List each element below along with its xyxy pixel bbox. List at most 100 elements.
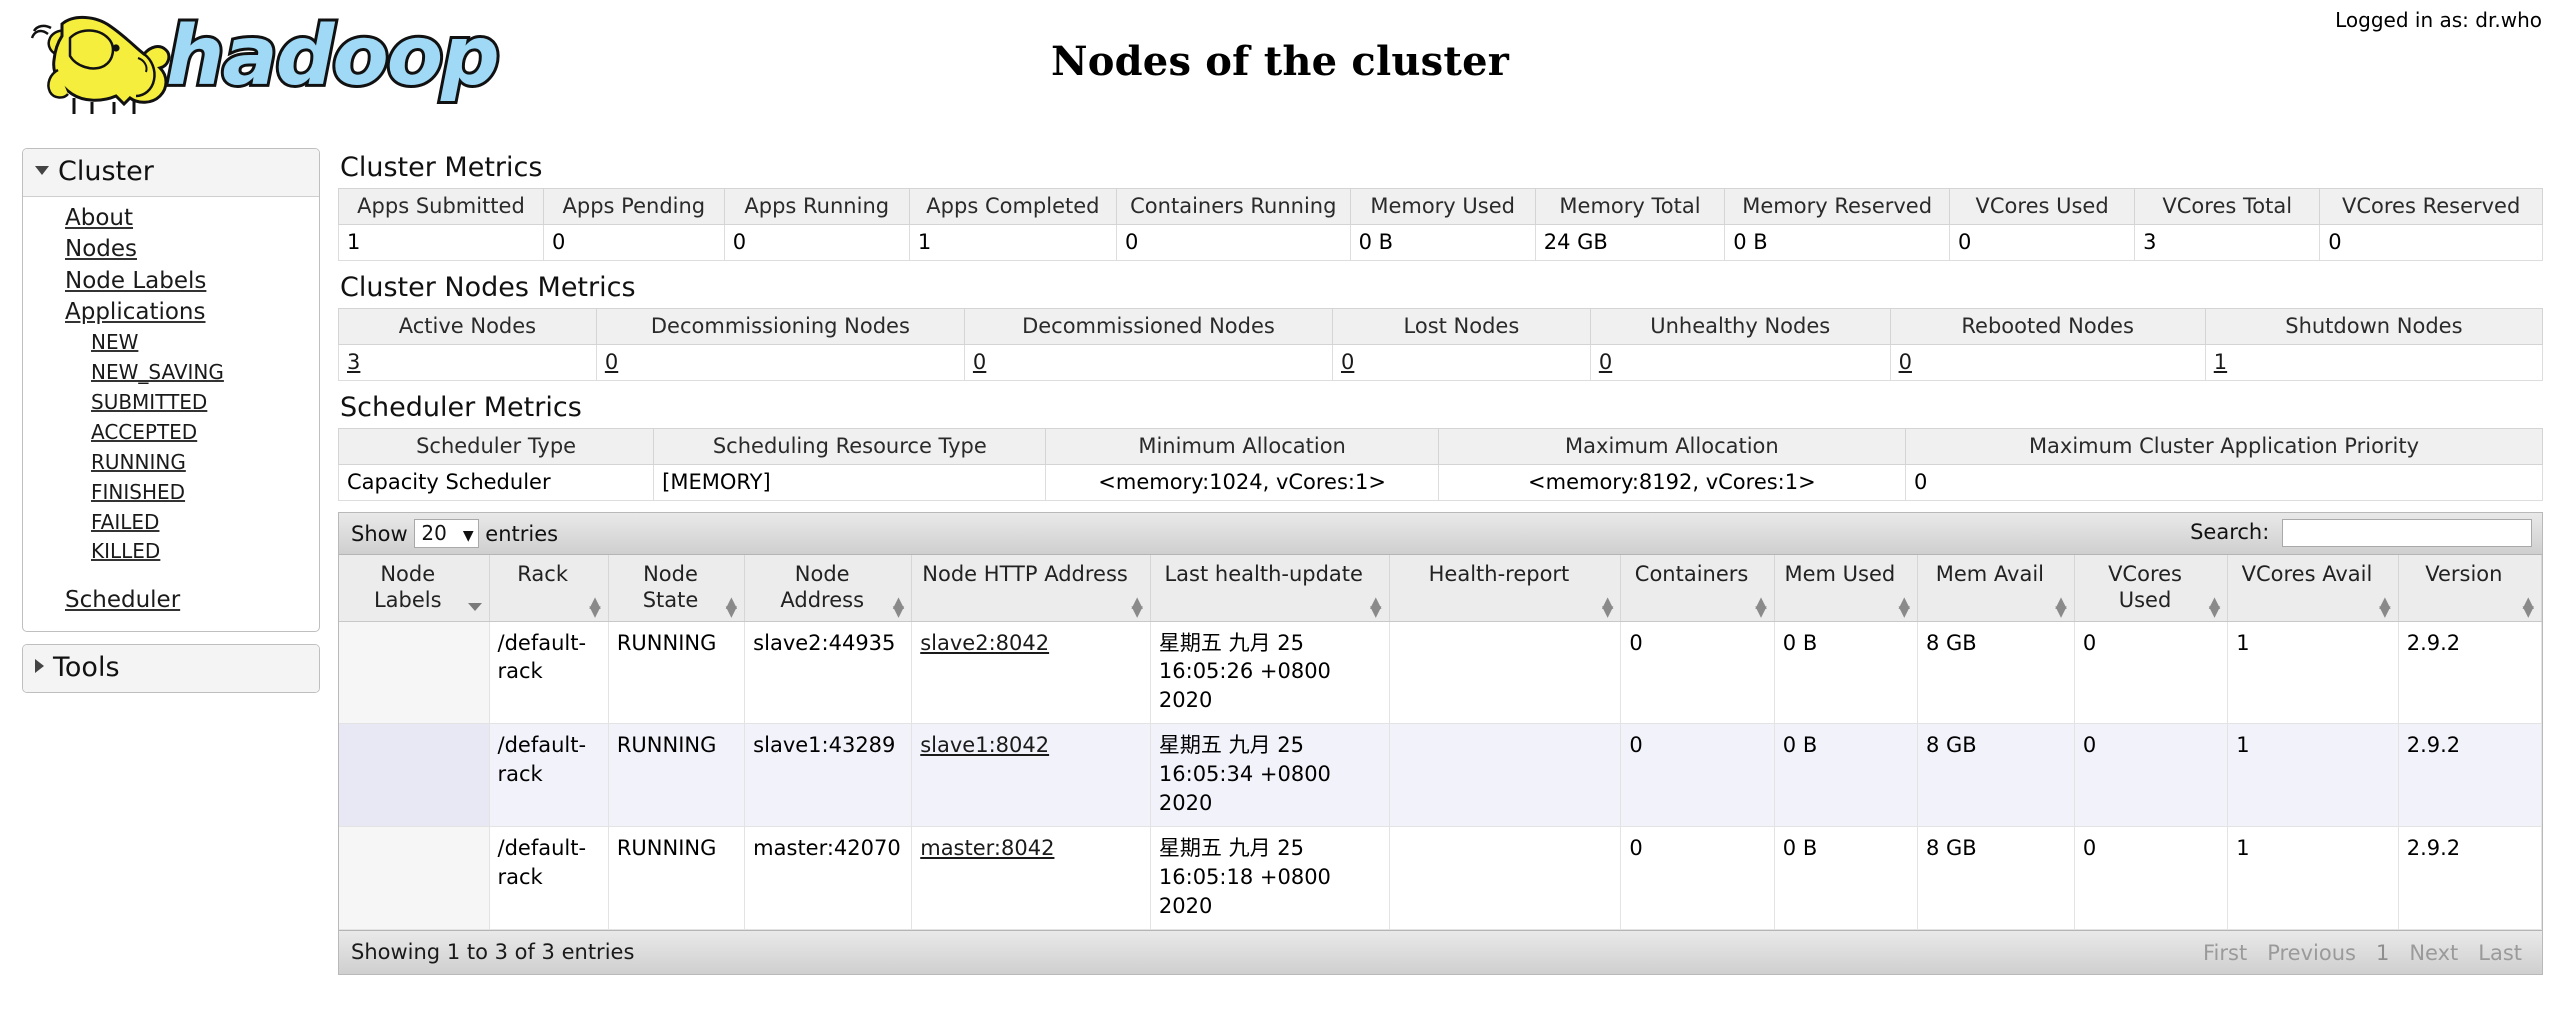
val-memory-total: 24 GB — [1534, 224, 1726, 261]
scheduler-metrics-table: Scheduler Type Scheduling Resource Type … — [337, 428, 2543, 501]
table-row: /default-rack RUNNING slave2:44935 slave… — [339, 621, 2543, 725]
cell-vcores-avail: 1 — [2227, 621, 2399, 725]
th-containers[interactable]: Containers ▲ ▼ — [1620, 555, 1775, 622]
search-input[interactable] — [2282, 519, 2532, 547]
th-node-labels[interactable]: Node Labels — [339, 555, 490, 622]
cell-health-report — [1389, 826, 1622, 931]
sidebar-link-scheduler[interactable]: Scheduler — [65, 587, 180, 613]
sidebar-item-nodes[interactable]: Nodes — [23, 234, 319, 265]
sidebar-link-nodes[interactable]: Nodes — [65, 236, 137, 262]
sidebar-item-scheduler[interactable]: Scheduler — [23, 585, 319, 616]
sidebar-link-about[interactable]: About — [65, 205, 133, 231]
sort-icon: ▲ ▼ — [2055, 592, 2067, 620]
sidebar-item-state-running[interactable]: RUNNING — [23, 448, 319, 478]
sidebar-panel-tools: Tools — [22, 643, 320, 693]
th-node-state[interactable]: Node State ▲ ▼ — [608, 555, 746, 622]
pagination-first[interactable]: First — [2193, 937, 2257, 971]
pagination-next[interactable]: Next — [2399, 937, 2468, 971]
sidebar-item-applications[interactable]: Applications — [23, 297, 319, 328]
th-rack[interactable]: Rack ▲ ▼ — [489, 555, 609, 622]
col-maximum-allocation: Maximum Allocation — [1437, 428, 1907, 465]
entries-label: entries — [485, 522, 559, 546]
node-http-address-link[interactable]: master:8042 — [920, 836, 1054, 860]
sidebar: Cluster About Nodes Node Labels Applicat… — [22, 148, 320, 705]
th-mem-avail[interactable]: Mem Avail ▲ ▼ — [1917, 555, 2075, 622]
sidebar-link-submitted[interactable]: SUBMITTED — [91, 390, 207, 414]
th-mem-used[interactable]: Mem Used ▲ ▼ — [1774, 555, 1918, 622]
sidebar-link-killed[interactable]: KILLED — [91, 539, 160, 563]
pagination-previous[interactable]: Previous — [2257, 937, 2366, 971]
th-health-report-label: Health-report — [1428, 562, 1570, 586]
sort-icon: ▲ ▼ — [725, 592, 738, 620]
cell-mem-avail: 8 GB — [1917, 621, 2075, 725]
nodes-table: Node Labels Rack ▲ ▼ Node State ▲ ▼ Node Add… — [339, 555, 2543, 931]
val-unhealthy-nodes[interactable]: 0 — [1599, 350, 1612, 374]
cell-version: 2.9.2 — [2398, 621, 2543, 725]
cell-node-address: slave1:43289 — [744, 723, 913, 828]
sidebar-link-accepted[interactable]: ACCEPTED — [91, 420, 197, 444]
val-shutdown-nodes[interactable]: 1 — [2214, 350, 2227, 374]
val-memory-used: 0 B — [1349, 224, 1536, 261]
sidebar-item-state-submitted[interactable]: SUBMITTED — [23, 388, 319, 418]
sidebar-cluster-label: Cluster — [58, 156, 154, 187]
sidebar-link-node-labels[interactable]: Node Labels — [65, 268, 206, 294]
main-content: Cluster Metrics Apps Submitted Apps Pend… — [337, 148, 2544, 976]
sidebar-item-state-new[interactable]: NEW — [23, 328, 319, 358]
datatable-footer: Showing 1 to 3 of 3 entries First Previo… — [339, 930, 2542, 975]
cell-node-state: RUNNING — [608, 826, 746, 931]
sidebar-link-running[interactable]: RUNNING — [91, 450, 186, 474]
sidebar-item-node-labels[interactable]: Node Labels — [23, 266, 319, 297]
scheduler-metrics-title: Scheduler Metrics — [340, 392, 582, 423]
sort-icon: ▲ ▼ — [1898, 592, 1910, 620]
th-node-address[interactable]: Node Address ▲ ▼ — [744, 555, 913, 622]
th-last-health-update[interactable]: Last health-update ▲ ▼ — [1150, 555, 1390, 622]
th-last-health-update-label: Last health-update — [1164, 562, 1363, 586]
entries-per-page-value: 20 — [421, 521, 447, 545]
th-node-labels-label: Node Labels — [373, 562, 442, 613]
sort-icon: ▲ ▼ — [589, 592, 601, 620]
val-active-nodes[interactable]: 3 — [347, 350, 360, 374]
sidebar-tools-header[interactable]: Tools — [23, 644, 319, 692]
val-unhealthy-nodes-cell: 0 — [1589, 344, 1891, 381]
sidebar-item-state-finished[interactable]: FINISHED — [23, 478, 319, 508]
th-mem-avail-label: Mem Avail — [1935, 562, 2045, 586]
sidebar-link-new[interactable]: NEW — [91, 330, 138, 354]
th-health-report[interactable]: Health-report ▲ ▼ — [1389, 555, 1622, 622]
val-decommissioning-nodes[interactable]: 0 — [605, 350, 618, 374]
sidebar-item-state-new-saving[interactable]: NEW_SAVING — [23, 358, 319, 388]
entries-per-page-select[interactable]: 20 ▼ — [414, 519, 479, 548]
entries-info: Showing 1 to 3 of 3 entries — [351, 940, 635, 965]
val-decommissioned-nodes[interactable]: 0 — [973, 350, 986, 374]
cell-rack: /default-rack — [489, 826, 609, 931]
th-vcores-used[interactable]: VCores Used ▲ ▼ — [2074, 555, 2229, 622]
sidebar-cluster-header[interactable]: Cluster — [23, 149, 319, 197]
sidebar-link-failed[interactable]: FAILED — [91, 510, 159, 534]
val-rebooted-nodes[interactable]: 0 — [1899, 350, 1912, 374]
sidebar-item-about[interactable]: About — [23, 203, 319, 234]
col-apps-running: Apps Running — [723, 188, 910, 225]
search-filter: Search: — [2190, 519, 2532, 547]
pagination-last[interactable]: Last — [2468, 937, 2532, 971]
cell-containers: 0 — [1620, 621, 1775, 725]
cluster-metrics-table: Apps Submitted Apps Pending Apps Running… — [338, 188, 2543, 261]
cell-mem-used: 0 B — [1774, 826, 1918, 931]
cluster-nodes-metrics-title: Cluster Nodes Metrics — [340, 272, 636, 303]
th-vcores-avail[interactable]: VCores Avail ▲ ▼ — [2227, 555, 2399, 622]
sidebar-link-new-saving[interactable]: NEW_SAVING — [91, 360, 224, 384]
th-node-http-address[interactable]: Node HTTP Address ▲ ▼ — [911, 555, 1151, 622]
val-lost-nodes[interactable]: 0 — [1341, 350, 1354, 374]
col-active-nodes: Active Nodes — [338, 308, 597, 345]
sort-icon: ▲ ▼ — [2522, 592, 2534, 620]
sidebar-link-finished[interactable]: FINISHED — [91, 480, 185, 504]
pagination-page-1[interactable]: 1 — [2366, 937, 2399, 971]
sidebar-cluster-links: About Nodes Node Labels Applications NEW… — [23, 203, 319, 617]
node-http-address-link[interactable]: slave1:8042 — [920, 733, 1049, 757]
sidebar-item-state-killed[interactable]: KILLED — [23, 537, 319, 567]
node-http-address-link[interactable]: slave2:8042 — [920, 631, 1049, 655]
sidebar-link-applications[interactable]: Applications — [65, 299, 206, 325]
sidebar-item-state-failed[interactable]: FAILED — [23, 508, 319, 538]
th-version[interactable]: Version ▲ ▼ — [2398, 555, 2543, 622]
nodes-table-header-row: Node Labels Rack ▲ ▼ Node State ▲ ▼ Node Add… — [339, 555, 2543, 622]
sidebar-panel-cluster: Cluster About Nodes Node Labels Applicat… — [22, 148, 320, 632]
sidebar-item-state-accepted[interactable]: ACCEPTED — [23, 418, 319, 448]
